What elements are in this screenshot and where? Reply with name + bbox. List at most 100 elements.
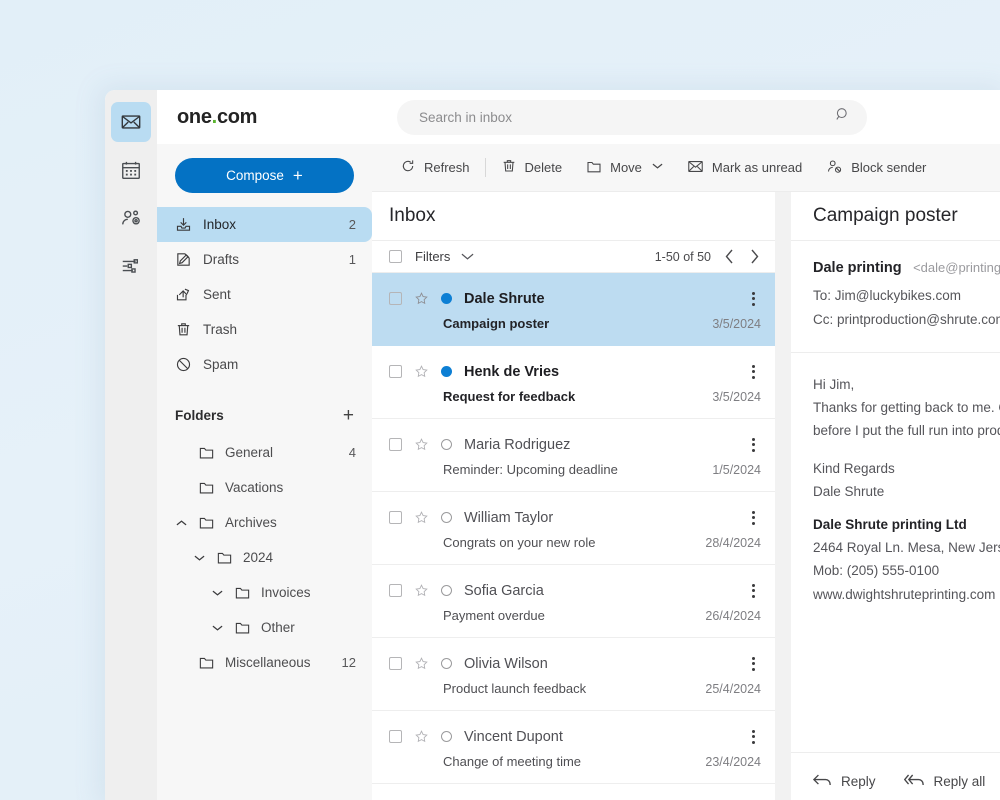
delete-label: Delete — [524, 160, 563, 175]
rail-item-contacts[interactable] — [111, 198, 151, 238]
chevron-up-icon[interactable] — [175, 519, 188, 527]
table-row[interactable]: Sofia Garcia Payment overdue 26/4/2024 — [372, 565, 775, 638]
mark-as-unread-button[interactable]: Mark as unread — [675, 153, 814, 183]
folder-label: Other — [261, 620, 295, 635]
folder-item-vacations[interactable]: Vacations — [157, 470, 372, 505]
rail-item-mail[interactable] — [111, 102, 151, 142]
row-checkbox[interactable] — [389, 511, 402, 524]
row-menu-icon[interactable] — [746, 726, 761, 748]
table-row[interactable]: Henk de Vries Request for feedback 3/5/2… — [372, 346, 775, 419]
sidebar-item-label: Inbox — [203, 217, 237, 232]
from-line: Dale printing <dale@printing.com> — [813, 259, 1000, 277]
compose-button[interactable]: Compose + — [175, 158, 354, 193]
body-line: Hi Jim, — [813, 377, 855, 392]
chevron-right-icon[interactable] — [748, 249, 761, 264]
pagination-text: 1-50 of 50 — [654, 249, 711, 264]
refresh-label: Refresh — [424, 160, 470, 175]
block-sender-icon — [826, 158, 843, 178]
star-icon[interactable] — [414, 291, 429, 306]
delete-button[interactable]: Delete — [489, 153, 575, 183]
email-list-pane: Inbox Filters 1-50 of 50 Dale Shrute Cam… — [372, 192, 775, 800]
refresh-button[interactable]: Refresh — [388, 153, 482, 183]
brand-logo: one.com — [157, 90, 372, 144]
star-icon[interactable] — [414, 583, 429, 598]
reply-button[interactable]: Reply — [812, 773, 876, 790]
table-row[interactable]: Olivia Wilson Product launch feedback 25… — [372, 638, 775, 711]
add-folder-icon[interactable]: + — [341, 406, 356, 425]
search-bar[interactable] — [397, 99, 867, 135]
star-icon[interactable] — [414, 364, 429, 379]
star-icon[interactable] — [414, 510, 429, 525]
move-label: Move — [610, 160, 642, 175]
folder-icon — [198, 445, 215, 460]
row-menu-icon[interactable] — [746, 580, 761, 602]
read-dot — [441, 585, 452, 596]
star-icon[interactable] — [414, 729, 429, 744]
list-title: Inbox — [389, 205, 436, 226]
trash-icon — [175, 321, 192, 338]
sidebar-item-sent[interactable]: Sent — [157, 277, 372, 312]
table-row[interactable]: Vincent Dupont Change of meeting time 23… — [372, 711, 775, 784]
star-icon[interactable] — [414, 437, 429, 452]
sender-name: Dale Shrute — [464, 290, 545, 307]
chevron-down-icon[interactable] — [461, 252, 474, 261]
folder-item-invoices[interactable]: Invoices — [157, 575, 372, 610]
table-row[interactable]: Maria Rodriguez Reminder: Upcoming deadl… — [372, 419, 775, 492]
main-area: Refresh Delete Move Mark as unread Block… — [372, 90, 1000, 800]
block-sender-button[interactable]: Block sender — [814, 153, 938, 183]
sidebar-item-inbox[interactable]: Inbox 2 — [157, 207, 372, 242]
search-input[interactable] — [419, 109, 834, 125]
sidebar-item-trash[interactable]: Trash — [157, 312, 372, 347]
row-checkbox[interactable] — [389, 657, 402, 670]
folder-item-miscellaneous[interactable]: Miscellaneous 12 — [157, 645, 372, 680]
move-button[interactable]: Move — [574, 153, 675, 183]
chevron-down-icon[interactable] — [211, 624, 224, 632]
row-checkbox[interactable] — [389, 292, 402, 305]
chevron-left-icon[interactable] — [723, 249, 736, 264]
reply-all-label: Reply all — [933, 774, 986, 789]
mail-icon — [120, 111, 142, 133]
chevron-down-icon[interactable] — [193, 554, 206, 562]
block-sender-label: Block sender — [851, 160, 927, 175]
body-line: before I put the full run into productio… — [813, 423, 1000, 439]
read-dot — [441, 439, 452, 450]
row-checkbox[interactable] — [389, 365, 402, 378]
row-menu-icon[interactable] — [746, 361, 761, 383]
reading-subject: Campaign poster — [813, 205, 958, 226]
reply-all-button[interactable]: Reply all — [903, 773, 986, 790]
select-all-checkbox[interactable] — [389, 250, 402, 263]
row-menu-icon[interactable] — [746, 434, 761, 456]
reply-actions: Reply Reply all — [791, 752, 1000, 800]
table-row[interactable]: Dale Shrute Campaign poster 3/5/2024 — [372, 273, 775, 346]
chevron-down-icon[interactable] — [652, 162, 663, 173]
row-checkbox[interactable] — [389, 730, 402, 743]
sender-name: Henk de Vries — [464, 363, 560, 380]
reply-all-arrow-icon — [903, 773, 924, 790]
refresh-icon — [400, 158, 416, 177]
email-date: 26/4/2024 — [705, 608, 761, 623]
rail-item-calendar[interactable] — [111, 150, 151, 190]
row-menu-icon[interactable] — [746, 653, 761, 675]
email-list[interactable]: Dale Shrute Campaign poster 3/5/2024 Hen… — [372, 273, 775, 800]
folder-item-other[interactable]: Other — [157, 610, 372, 645]
sidebar-item-drafts[interactable]: Drafts 1 — [157, 242, 372, 277]
from-name: Dale printing — [813, 260, 902, 276]
row-checkbox[interactable] — [389, 438, 402, 451]
chevron-down-icon[interactable] — [211, 589, 224, 597]
search-icon[interactable] — [834, 106, 851, 128]
row-menu-icon[interactable] — [746, 507, 761, 529]
row-checkbox[interactable] — [389, 584, 402, 597]
closing-line: Dale Shrute — [813, 483, 885, 499]
star-icon[interactable] — [414, 656, 429, 671]
folder-item-2024[interactable]: 2024 — [157, 540, 372, 575]
rail-item-settings[interactable] — [111, 246, 151, 286]
cc-line: Cc: printproduction@shrute.com — [813, 312, 1000, 327]
folder-item-general[interactable]: General 4 — [157, 435, 372, 470]
unread-dot — [441, 366, 452, 377]
folder-item-archives[interactable]: Archives — [157, 505, 372, 540]
row-menu-icon[interactable] — [746, 288, 761, 310]
sidebar-item-spam[interactable]: Spam — [157, 347, 372, 382]
table-row[interactable]: William Taylor Congrats on your new role… — [372, 492, 775, 565]
folder-label: General — [225, 445, 274, 460]
folder-label: Vacations — [225, 480, 284, 495]
